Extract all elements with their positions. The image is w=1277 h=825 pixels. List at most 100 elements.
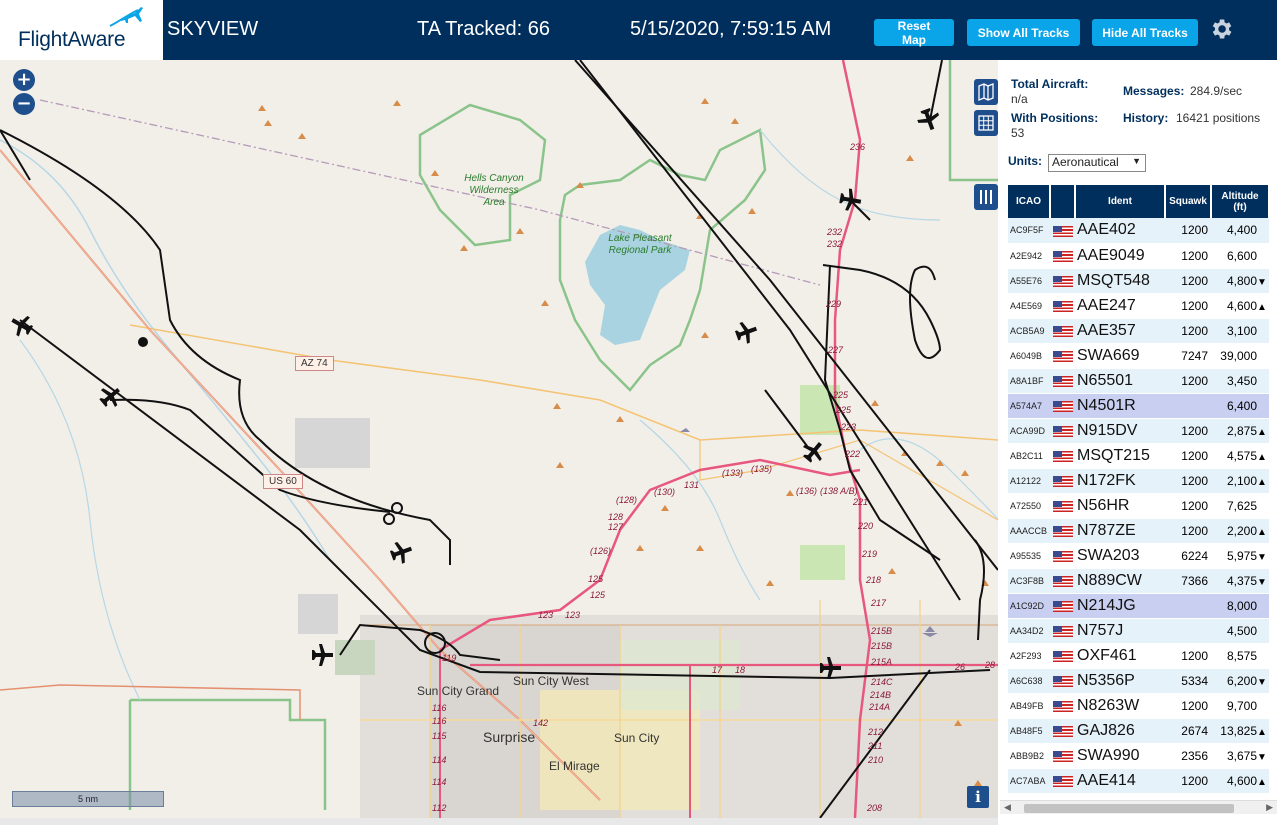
us60-shield: US 60	[263, 474, 303, 489]
chevron-down-icon: ▼	[1132, 156, 1141, 166]
icao-cell: AB48F5	[1008, 718, 1050, 744]
scrollbar-thumb[interactable]	[1024, 804, 1234, 813]
icao-cell: A4E569	[1008, 293, 1050, 319]
sun-city-west-label: Sun City West	[513, 674, 589, 688]
altitude-cell: 6,400	[1211, 393, 1269, 419]
aircraft-row[interactable]: A4E569 AAE247 1200 4,600▲	[1008, 293, 1269, 319]
flightaware-logo[interactable]: FlightAware	[0, 0, 163, 60]
exit-label: 229	[826, 299, 842, 309]
exit-label: 225	[836, 405, 852, 415]
exit-label: (126)	[590, 546, 612, 556]
hells-canyon-label: Hells Canyon Wilderness Area	[464, 173, 524, 208]
map-layers-button[interactable]	[974, 79, 998, 105]
exit-label: (128)	[616, 495, 638, 505]
exit-label: 123	[538, 610, 554, 620]
altitude-value: 8,575	[1226, 648, 1257, 663]
column-header-icao[interactable]: ICAO	[1008, 185, 1051, 218]
us-flag-icon	[1052, 300, 1073, 312]
scroll-left-icon[interactable]: ◀	[1004, 802, 1011, 813]
zoom-in-button[interactable]: +	[13, 69, 35, 91]
squawk-cell: 1200	[1165, 443, 1211, 469]
exit-label: (138 A/B)	[820, 486, 858, 496]
icao-cell: A574A7	[1008, 393, 1050, 419]
aircraft-row[interactable]: A574A7 N4501R 6,400	[1008, 393, 1269, 419]
column-header-altitude[interactable]: Altitude (ft)	[1211, 185, 1270, 218]
aircraft-row[interactable]: AC9F5F AAE402 1200 4,400	[1008, 218, 1269, 244]
aircraft-row[interactable]: A95535 SWA203 6224 5,975▼	[1008, 543, 1269, 569]
aircraft-row[interactable]: ABB9B2 SWA990 2356 3,675▼	[1008, 743, 1269, 769]
columns-toggle-button[interactable]	[974, 184, 998, 210]
messages-value: 284.9/sec	[1190, 84, 1243, 98]
aircraft-row[interactable]: A72550 N56HR 1200 7,625	[1008, 493, 1269, 519]
reset-map-button[interactable]: Reset Map	[874, 19, 954, 47]
aircraft-row[interactable]: AA34D2 N757J 4,500	[1008, 618, 1269, 644]
scroll-right-icon[interactable]: ▶	[1266, 802, 1273, 813]
tracked-count: TA Tracked: 66	[417, 18, 551, 40]
altitude-cell: 2,875▲	[1211, 418, 1269, 444]
column-header-squawk[interactable]: Squawk	[1165, 185, 1212, 218]
column-header-ident[interactable]: Ident	[1075, 185, 1166, 218]
messages-label: Messages:	[1123, 84, 1185, 98]
scale-bar: 5 nm	[12, 791, 164, 807]
altitude-trend-icon: ▼	[1257, 551, 1267, 563]
grid-toggle-button[interactable]	[974, 110, 998, 136]
squawk-cell: 1200	[1165, 418, 1211, 444]
aircraft-row[interactable]: A55E76 MSQT548 1200 4,800▼	[1008, 268, 1269, 294]
flag-cell	[1050, 743, 1075, 769]
altitude-value: 2,875	[1226, 423, 1257, 438]
altitude-trend-icon: ▼	[1257, 751, 1267, 763]
exit-label: 215B	[871, 641, 893, 651]
aircraft-row[interactable]: ACA99D N915DV 1200 2,875▲	[1008, 418, 1269, 444]
altitude-cell: 4,375▼	[1211, 568, 1269, 594]
flag-cell	[1050, 268, 1075, 294]
aircraft-row[interactable]: A8A1BF N65501 1200 3,450	[1008, 368, 1269, 394]
column-header-flag[interactable]	[1050, 185, 1076, 218]
info-button[interactable]: i	[967, 786, 989, 808]
altitude-trend-icon: ▲	[1257, 476, 1267, 488]
units-select[interactable]: Aeronautical ▼	[1048, 154, 1146, 172]
aircraft-row[interactable]: A6C638 N5356P 5334 6,200▼	[1008, 668, 1269, 694]
show-all-tracks-button[interactable]: Show All Tracks	[967, 19, 1080, 46]
aircraft-row[interactable]: A2F293 OXF461 1200 8,575	[1008, 643, 1269, 669]
aircraft-row[interactable]: AB49FB N8263W 1200 9,700	[1008, 693, 1269, 719]
horizontal-scrollbar[interactable]: ◀ ▶	[1000, 800, 1277, 814]
aircraft-row[interactable]: A12122 N172FK 1200 2,100▲	[1008, 468, 1269, 494]
us-flag-icon	[1052, 275, 1073, 287]
ident-cell: GAJ826	[1075, 718, 1165, 744]
squawk-cell: 1200	[1165, 518, 1211, 544]
ident-cell: SWA669	[1075, 343, 1165, 369]
aircraft-row[interactable]: A1C92D N214JG 8,000	[1008, 593, 1269, 619]
exit-label: 128	[608, 512, 624, 522]
zoom-out-button[interactable]: −	[13, 93, 35, 115]
aircraft-row[interactable]: AC7ABA AAE414 1200 4,600▲	[1008, 768, 1269, 794]
aircraft-row[interactable]: AC3F8B N889CW 7366 4,375▼	[1008, 568, 1269, 594]
squawk-cell	[1165, 393, 1211, 419]
icao-cell: A95535	[1008, 543, 1050, 569]
hide-all-tracks-button[interactable]: Hide All Tracks	[1092, 19, 1198, 46]
aircraft-row[interactable]: A6049B SWA669 7247 39,000	[1008, 343, 1269, 369]
with-positions-label: With Positions:	[1011, 111, 1099, 125]
ident-cell: N915DV	[1075, 418, 1165, 444]
exit-label: 131	[684, 480, 700, 490]
squawk-cell: 1200	[1165, 243, 1211, 269]
exit-label: 222	[845, 449, 861, 459]
altitude-cell: 3,450	[1211, 368, 1269, 394]
aircraft-row[interactable]: AAACCB N787ZE 1200 2,200▲	[1008, 518, 1269, 544]
gear-icon[interactable]	[1208, 16, 1234, 42]
flag-cell	[1050, 243, 1075, 269]
altitude-cell: 13,825▲	[1211, 718, 1269, 744]
flag-cell	[1050, 318, 1075, 344]
squawk-cell: 1200	[1165, 768, 1211, 794]
aircraft-row[interactable]: AB2C11 MSQT215 1200 4,575▲	[1008, 443, 1269, 469]
exit-label: 116	[432, 703, 447, 713]
altitude-trend-icon: ▲	[1257, 776, 1267, 788]
columns-icon	[980, 190, 992, 204]
aircraft-row[interactable]: AB48F5 GAJ826 2674 13,825▲	[1008, 718, 1269, 744]
exit-label: 211	[868, 741, 883, 751]
aircraft-row[interactable]: ACB5A9 AAE357 1200 3,100	[1008, 318, 1269, 344]
map-view[interactable]: Hells Canyon Wilderness Area Lake Pleasa…	[0, 60, 998, 818]
aircraft-row[interactable]: A2E942 AAE9049 1200 6,600	[1008, 243, 1269, 269]
altitude-cell: 6,600	[1211, 243, 1269, 269]
squawk-cell: 5334	[1165, 668, 1211, 694]
total-aircraft-value: n/a	[1011, 92, 1028, 106]
